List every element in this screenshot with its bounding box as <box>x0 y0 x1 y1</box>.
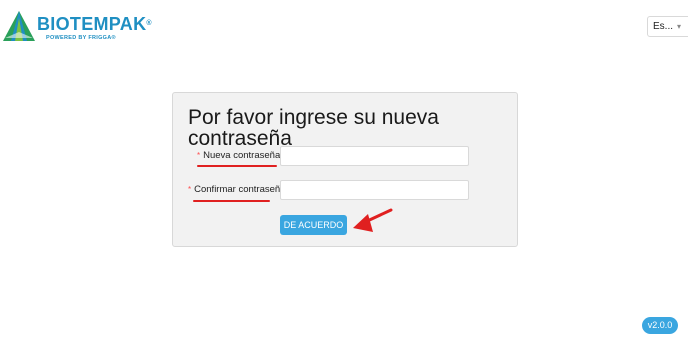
confirm-password-input[interactable] <box>280 180 469 200</box>
brand-logo[interactable]: BIOTEMPAK® POWERED BY FRIGGA® <box>2 10 152 44</box>
required-asterisk-icon: * <box>188 185 192 194</box>
confirm-password-label: * Confirmar contraseña <box>188 184 286 195</box>
new-password-label: * Nueva contraseña <box>197 150 281 161</box>
form-title: Por favor ingrese su nueva contraseña <box>188 106 439 150</box>
required-asterisk-icon: * <box>197 151 201 160</box>
brand-name: BIOTEMPAK® <box>37 14 152 34</box>
new-password-input[interactable] <box>280 146 469 166</box>
submit-button[interactable]: DE ACUERDO <box>280 215 347 235</box>
language-select[interactable]: Es... ▾ <box>647 16 688 37</box>
brand-tagline: POWERED BY FRIGGA® <box>46 35 116 41</box>
annotation-underline <box>197 165 277 167</box>
page: BIOTEMPAK® POWERED BY FRIGGA® Es... ▾ Po… <box>0 0 688 337</box>
red-arrow-icon <box>353 208 393 232</box>
version-badge: v2.0.0 <box>642 317 678 334</box>
annotation-underline <box>193 200 270 202</box>
logo-triangle-icon <box>3 11 35 41</box>
header: BIOTEMPAK® POWERED BY FRIGGA® Es... ▾ <box>0 0 688 53</box>
chevron-down-icon: ▾ <box>677 22 682 31</box>
language-selected-value: Es... <box>653 21 674 32</box>
new-password-card: Por favor ingrese su nueva contraseña * N… <box>172 92 518 247</box>
new-password-row: * Nueva contraseña <box>173 146 519 168</box>
confirm-password-row: * Confirmar contraseña <box>173 180 519 202</box>
